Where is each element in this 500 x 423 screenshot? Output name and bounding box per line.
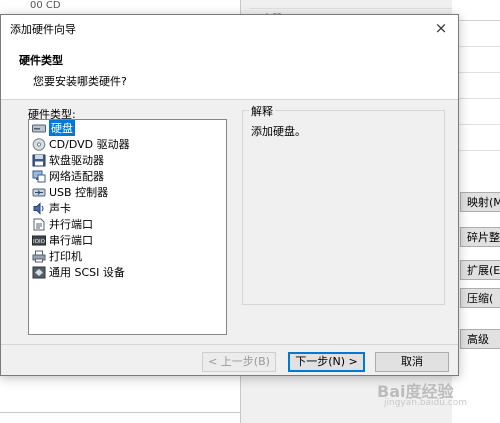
watermark-url: jingyan.baidu.com — [384, 398, 468, 408]
add-hardware-wizard-dialog: 添加硬件向导 × 硬件类型 您要安装哪类硬件? 硬件类型: 硬盘 CD/DVD … — [0, 14, 459, 376]
hardware-type-list[interactable]: 硬盘 CD/DVD 驱动器 软盘驱动器 网络适配器 USB 控制器 声卡 并行端… — [28, 119, 227, 335]
map-button[interactable]: 映射(M — [460, 192, 500, 212]
hardware-item-sound-card[interactable]: 声卡 — [29, 200, 226, 216]
wizard-step-title: 硬件类型 — [19, 54, 63, 67]
usb-icon — [32, 188, 46, 196]
hardware-item-label: 硬盘 — [49, 120, 75, 136]
wizard-step-subtitle: 您要安装哪类硬件? — [33, 75, 127, 88]
hardware-item-hard-disk[interactable]: 硬盘 — [29, 120, 226, 136]
hard-disk-icon — [32, 124, 46, 132]
hardware-item-network-adapter[interactable]: 网络适配器 — [29, 168, 226, 184]
back-button[interactable]: < 上一步(B) — [202, 352, 276, 372]
serial-port-icon: IOIO — [32, 235, 46, 245]
scsi-icon — [32, 266, 46, 278]
dialog-title: 添加硬件向导 — [10, 23, 76, 36]
hardware-item-serial-port[interactable]: IOIO 串行端口 — [29, 232, 226, 248]
floppy-icon — [32, 154, 46, 166]
wizard-header: 硬件类型 您要安装哪类硬件? — [1, 41, 458, 100]
network-adapter-icon — [32, 170, 46, 182]
hardware-item-usb-controller[interactable]: USB 控制器 — [29, 184, 226, 200]
hardware-item-parallel-port[interactable]: 并行端口 — [29, 216, 226, 232]
hardware-item-label: 通用 SCSI 设备 — [49, 266, 125, 279]
hardware-item-label: 并行端口 — [49, 218, 93, 231]
dialog-separator — [1, 344, 458, 345]
close-icon[interactable]: × — [430, 17, 452, 39]
hardware-item-label: CD/DVD 驱动器 — [49, 138, 130, 151]
hardware-item-scsi[interactable]: 通用 SCSI 设备 — [29, 264, 226, 280]
hardware-item-label: 网络适配器 — [49, 170, 104, 183]
compress-button[interactable]: 压缩( — [460, 288, 500, 308]
defragment-button[interactable]: 碎片整理 — [460, 227, 500, 247]
explanation-text: 添加硬盘。 — [251, 125, 306, 138]
explanation-group: 解释 添加硬盘。 — [242, 103, 445, 305]
hardware-item-cd-dvd[interactable]: CD/DVD 驱动器 — [29, 136, 226, 152]
hardware-item-printer[interactable]: 打印机 — [29, 248, 226, 264]
hardware-item-label: 打印机 — [49, 250, 82, 263]
expand-button[interactable]: 扩展(E — [460, 260, 500, 280]
sound-card-icon — [33, 201, 44, 215]
hardware-item-label: USB 控制器 — [49, 186, 109, 199]
hardware-item-floppy[interactable]: 软盘驱动器 — [29, 152, 226, 168]
dialog-titlebar: 添加硬件向导 × — [1, 15, 458, 41]
printer-icon — [32, 250, 46, 262]
cancel-button[interactable]: 取消 — [375, 352, 449, 372]
background-text: 00 CD — [30, 0, 61, 11]
hardware-item-label: 软盘驱动器 — [49, 154, 104, 167]
hardware-item-label: 串行端口 — [49, 234, 93, 247]
background-divider — [0, 412, 240, 413]
cd-dvd-icon — [32, 137, 46, 151]
advanced-button[interactable]: 高级 — [460, 329, 500, 349]
hardware-item-label: 声卡 — [49, 202, 71, 215]
explanation-label: 解释 — [249, 103, 275, 119]
parallel-port-icon — [33, 218, 45, 230]
svg-text:IOIO: IOIO — [33, 239, 46, 245]
next-button[interactable]: 下一步(N) > — [288, 352, 365, 372]
